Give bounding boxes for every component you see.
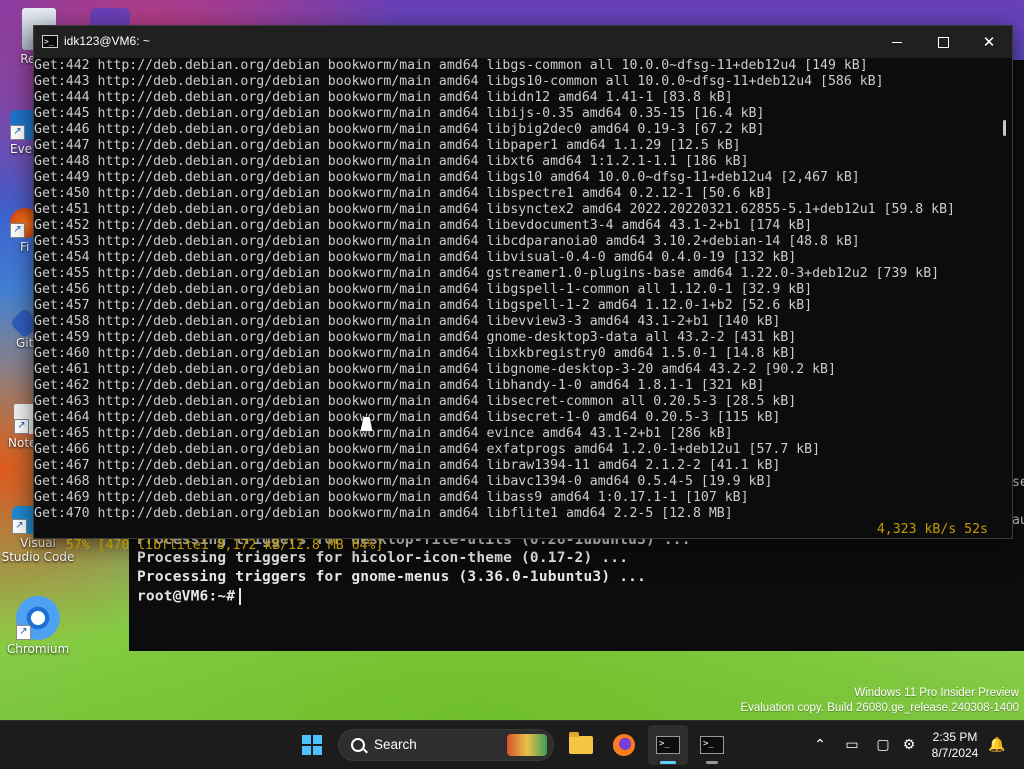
close-button[interactable]: ✕	[966, 26, 1012, 58]
apt-log-line: Get:467 http://deb.debian.org/debian boo…	[34, 458, 781, 473]
text-cursor	[239, 588, 242, 605]
apt-log-line: Get:449 http://deb.debian.org/debian boo…	[34, 170, 860, 185]
chromium-icon: ↗	[16, 596, 60, 640]
shortcut-arrow-icon: ↗	[10, 223, 25, 238]
clock-date: 8/7/2024	[931, 746, 979, 760]
start-button[interactable]	[292, 725, 332, 765]
apt-log-line: Get:463 http://deb.debian.org/debian boo…	[34, 394, 797, 409]
watermark-build: Evaluation copy. Build 26080.ge_release.…	[740, 702, 1019, 714]
network-tray-button[interactable]: ▭	[841, 735, 863, 755]
file-explorer-icon	[569, 732, 593, 754]
terminal-icon: >_	[700, 736, 724, 754]
apt-log-line: Get:457 http://deb.debian.org/debian boo…	[34, 298, 813, 313]
apt-log-line: Get:469 http://deb.debian.org/debian boo…	[34, 490, 749, 505]
running-app-indicator	[706, 761, 718, 764]
apt-log-line: Get:447 http://deb.debian.org/debian boo…	[34, 138, 741, 153]
apt-download-speed: 4,323 kB/s 52s	[876, 522, 988, 537]
desktop-icon-label: Chromium	[6, 642, 70, 656]
apt-log-line: Get:465 http://deb.debian.org/debian boo…	[34, 426, 733, 441]
terminal-window[interactable]: >_ idk123@VM6: ~ ✕ Get:442 http://deb.de…	[33, 25, 1013, 553]
apt-log-line: Get:466 http://deb.debian.org/debian boo…	[34, 442, 821, 457]
apt-progress-line: 57% [470 libflite1 8,172 kB/12.8 MB 64%]…	[34, 522, 996, 553]
apt-log-line: Get:458 http://deb.debian.org/debian boo…	[34, 314, 781, 329]
background-terminal-edge-text: se	[1012, 475, 1024, 490]
taskbar-file-explorer[interactable]	[561, 725, 601, 765]
active-app-indicator	[660, 761, 676, 764]
terminal-app-icon: >_	[42, 35, 58, 48]
taskbar: Search >_ >_ ⌃ ▭ ▢ ⚙ 2:35 PM 8/7/2024 🔔	[0, 720, 1024, 769]
apt-log-line: Get:459 http://deb.debian.org/debian boo…	[34, 330, 797, 345]
scrollbar-thumb[interactable]	[1003, 120, 1006, 136]
display-tray-button[interactable]: ▢	[872, 735, 894, 755]
apt-log-line: Get:446 http://deb.debian.org/debian boo…	[34, 122, 765, 137]
apt-log-line: Get:456 http://deb.debian.org/debian boo…	[34, 282, 813, 297]
apt-log-line: Get:464 http://deb.debian.org/debian boo…	[34, 410, 781, 425]
shell-prompt: root@VM6:~#	[137, 588, 236, 605]
apt-log-line: Get:452 http://deb.debian.org/debian boo…	[34, 218, 813, 233]
apt-log-line: Get:444 http://deb.debian.org/debian boo…	[34, 90, 733, 105]
window-title: idk123@VM6: ~	[64, 34, 150, 48]
apt-progress-status: 57% [470 libflite1 8,172 kB/12.8 MB 64%]	[65, 538, 384, 553]
apt-log-line: Get:455 http://deb.debian.org/debian boo…	[34, 266, 940, 281]
apt-log-line: Get:462 http://deb.debian.org/debian boo…	[34, 378, 765, 393]
shortcut-arrow-icon: ↗	[16, 625, 31, 640]
terminal-title-bar[interactable]: >_ idk123@VM6: ~ ✕	[34, 26, 1012, 58]
windows-logo-icon	[302, 735, 322, 755]
background-terminal-prompt-line[interactable]: root@VM6:~#	[137, 588, 242, 605]
search-highlight-icon	[507, 734, 547, 756]
apt-log-line: Get:450 http://deb.debian.org/debian boo…	[34, 186, 773, 201]
search-icon	[351, 738, 365, 752]
apt-log-line: Get:442 http://deb.debian.org/debian boo…	[34, 58, 868, 73]
background-terminal-edge-text: au	[1012, 513, 1024, 528]
taskbar-terminal-active[interactable]: >_	[648, 725, 688, 765]
apt-log-line: Get:448 http://deb.debian.org/debian boo…	[34, 154, 749, 169]
close-icon: ✕	[982, 33, 996, 51]
show-hidden-icons-button[interactable]: ⌃	[809, 735, 831, 755]
taskbar-firefox[interactable]	[604, 725, 644, 765]
apt-log-line: Get:470 http://deb.debian.org/debian boo…	[34, 506, 733, 521]
windows-evaluation-watermark: Windows 11 Pro Insider Preview Evaluatio…	[740, 686, 1019, 716]
watermark-edition: Windows 11 Pro Insider Preview	[854, 687, 1019, 699]
apt-log-line: Get:445 http://deb.debian.org/debian boo…	[34, 106, 765, 121]
shortcut-arrow-icon: ↗	[10, 125, 25, 140]
taskbar-terminal[interactable]: >_	[692, 725, 732, 765]
network-off-icon: ▭	[845, 737, 859, 753]
terminal-output[interactable]: Get:442 http://deb.debian.org/debian boo…	[34, 58, 996, 538]
apt-log-line: Get:451 http://deb.debian.org/debian boo…	[34, 202, 955, 217]
clock-time: 2:35 PM	[932, 730, 978, 744]
accessibility-tray-button[interactable]: ⚙	[898, 735, 920, 755]
display-icon: ▢	[876, 737, 890, 753]
apt-log-line: Get:461 http://deb.debian.org/debian boo…	[34, 362, 836, 377]
accessibility-icon: ⚙	[902, 737, 916, 753]
notification-bell-icon: 🔔	[988, 737, 1006, 753]
shortcut-arrow-icon: ↗	[14, 419, 29, 434]
desktop-icon-chromium[interactable]: ↗ Chromium	[0, 596, 76, 656]
firefox-icon	[613, 734, 635, 756]
apt-log-line: Get:443 http://deb.debian.org/debian boo…	[34, 74, 884, 89]
taskbar-search-box[interactable]: Search	[338, 729, 554, 761]
apt-log-line: Get:468 http://deb.debian.org/debian boo…	[34, 474, 773, 489]
terminal-icon: >_	[656, 736, 680, 754]
apt-log-line: Get:460 http://deb.debian.org/debian boo…	[34, 346, 797, 361]
minimize-button[interactable]	[874, 26, 920, 58]
taskbar-clock[interactable]: 2:35 PM 8/7/2024	[924, 729, 986, 761]
chevron-up-icon: ⌃	[814, 737, 826, 753]
maximize-button[interactable]	[920, 26, 966, 58]
apt-log-line: Get:453 http://deb.debian.org/debian boo…	[34, 234, 860, 249]
terminal-scrollbar[interactable]	[998, 58, 1012, 538]
background-terminal-line: Processing triggers for gnome-menus (3.3…	[137, 569, 646, 585]
notifications-button[interactable]: 🔔	[986, 735, 1008, 755]
shortcut-arrow-icon: ↗	[12, 519, 27, 534]
search-label: Search	[374, 737, 417, 752]
apt-log-line: Get:454 http://deb.debian.org/debian boo…	[34, 250, 797, 265]
